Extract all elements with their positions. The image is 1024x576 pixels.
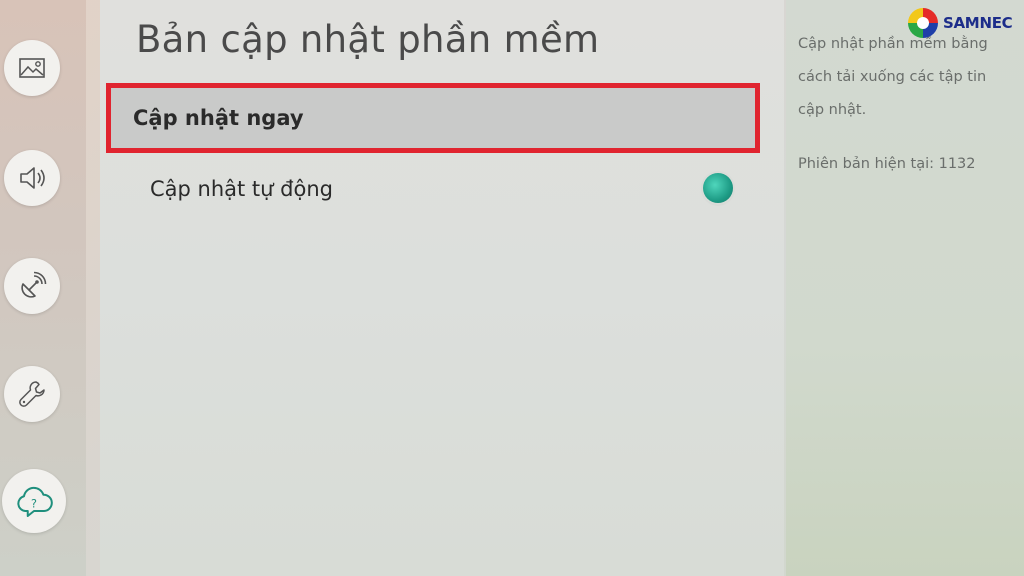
logo-text: SAMNEC — [943, 14, 1013, 32]
page-title: Bản cập nhật phần mềm — [136, 18, 600, 61]
sidebar-item-broadcast[interactable] — [4, 258, 60, 314]
auto-update-label: Cập nhật tự động — [150, 177, 333, 201]
sound-icon — [20, 167, 45, 189]
auto-update-item[interactable]: Cập nhật tự động — [150, 174, 740, 204]
settings-sidebar: ? — [0, 0, 86, 576]
update-now-label: Cập nhật ngay — [133, 106, 304, 130]
sidebar-item-sound[interactable] — [4, 150, 60, 206]
brand-logo: SAMNEC — [906, 6, 1013, 40]
support-cloud-icon: ? — [17, 486, 53, 517]
samnec-logo-icon — [908, 8, 938, 38]
picture-icon — [19, 58, 45, 78]
update-now-button[interactable]: Cập nhật ngay — [106, 83, 760, 153]
sidebar-item-picture[interactable] — [4, 40, 60, 96]
support-question-glyph: ? — [31, 497, 37, 510]
info-description: Cập nhật phần mềm bằng cách tải xuống cá… — [798, 36, 988, 118]
sidebar-item-support[interactable]: ? — [2, 469, 66, 533]
broadcast-icon — [21, 271, 47, 298]
wrench-icon — [19, 381, 45, 407]
sidebar-item-general[interactable] — [4, 366, 60, 422]
auto-update-toggle[interactable] — [703, 173, 733, 203]
current-version: Phiên bản hiện tại: 1132 — [798, 156, 976, 172]
